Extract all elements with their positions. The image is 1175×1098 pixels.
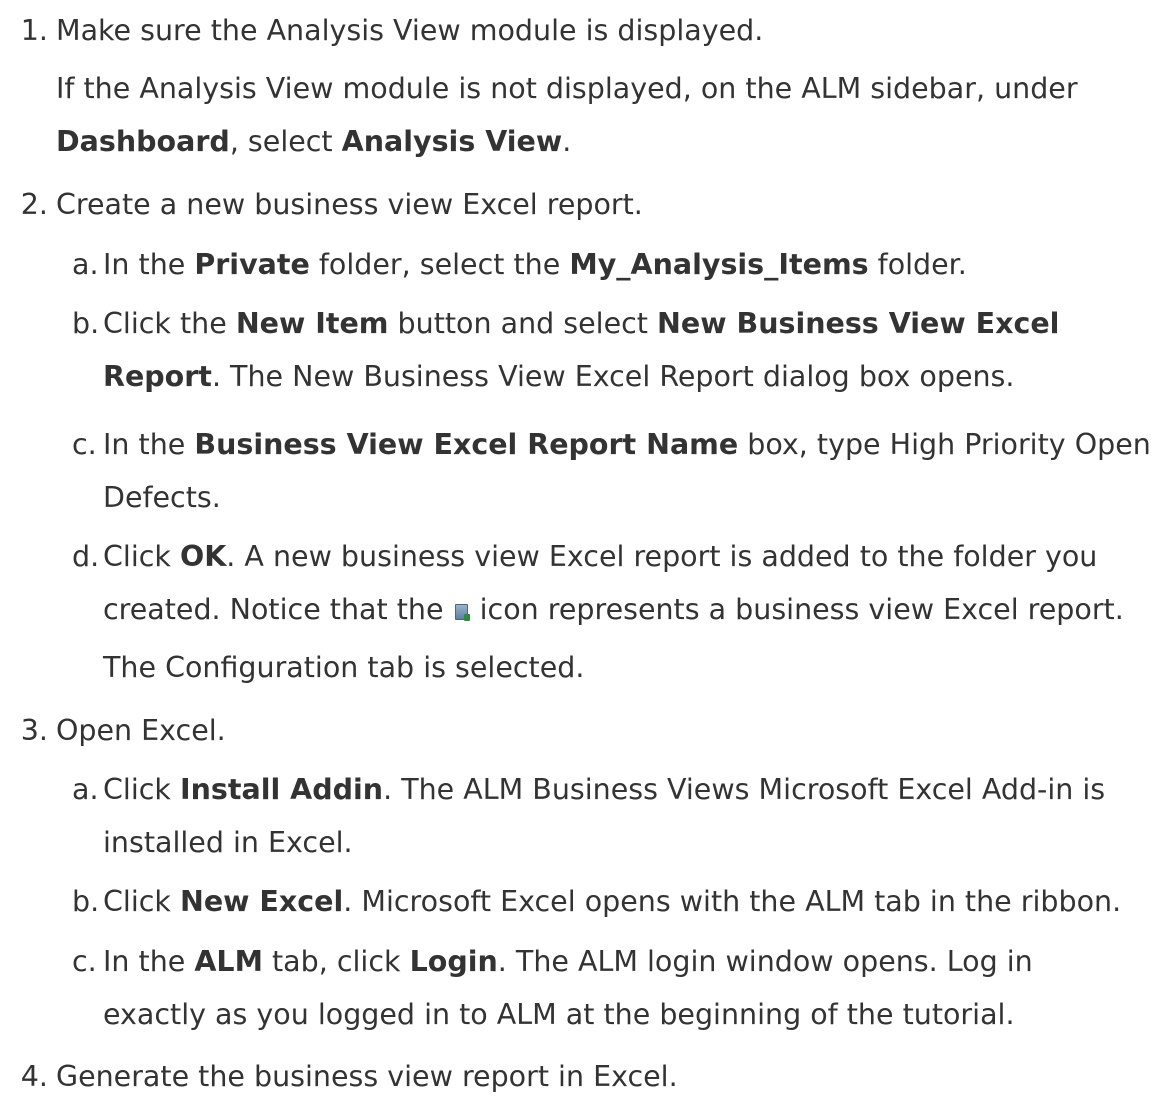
ui-term: Private [194, 248, 310, 281]
step-number: 1. [20, 14, 48, 47]
step-number: 4. [20, 1060, 48, 1093]
substep-letter: a. [72, 248, 99, 281]
substep-letter: d. [72, 540, 100, 573]
substep-letter: b. [72, 307, 100, 340]
step-number: 2. [20, 188, 48, 221]
ui-term: OK [179, 540, 227, 573]
substep-2d: d. Click OK. A new business view Excel r… [72, 540, 1098, 573]
substep-2c-line-2: Defects. [103, 481, 221, 514]
step-1-note-line-2: Dashboard, select Analysis View. [56, 125, 572, 158]
ui-term: Analysis View [341, 125, 563, 158]
substep-letter: b. [72, 885, 100, 918]
step-text: Generate the business view report in Exc… [56, 1060, 678, 1093]
step-1-note-line-1: If the Analysis View module is not displ… [56, 72, 1078, 105]
substep-3b: b. Click New Excel. Microsoft Excel open… [72, 885, 1122, 918]
ui-term: New Item [235, 307, 389, 340]
substep-2a: a. In the Private folder, select the My_… [72, 248, 967, 281]
ui-term: New Business View Excel [657, 307, 1060, 340]
step-text: Open Excel. [56, 714, 226, 747]
ui-term: Login [409, 945, 498, 978]
ui-term: Install Addin [179, 773, 384, 806]
substep-letter: a. [72, 773, 99, 806]
step-number: 3. [20, 714, 48, 747]
ui-term: New Excel [179, 885, 344, 918]
substep-3c-line-2: exactly as you logged in to ALM at the b… [103, 998, 1015, 1031]
ui-term: Dashboard [56, 125, 230, 158]
substep-3c: c. In the ALM tab, click Login. The ALM … [72, 945, 1033, 978]
substep-letter: c. [72, 945, 97, 978]
substep-2b: b. Click the New Item button and select … [72, 307, 1060, 340]
substep-2c: c. In the Business View Excel Report Nam… [72, 428, 1151, 461]
step-text: Make sure the Analysis View module is di… [56, 14, 764, 47]
ui-term: Business View Excel Report Name [194, 428, 739, 461]
ui-term: ALM [194, 945, 263, 978]
substep-3a: a. Click Install Addin. The ALM Business… [72, 773, 1106, 806]
ui-term: Report [103, 360, 212, 393]
instructions-document: 1. Make sure the Analysis View module is… [0, 0, 1175, 1098]
ui-term: My_Analysis_Items [569, 248, 869, 281]
business-view-excel-report-icon [454, 604, 470, 621]
substep-2b-line-2: Report. The New Business View Excel Repo… [103, 360, 1015, 393]
substep-2d-line-2: created. Notice that the icon represents… [103, 593, 1124, 626]
substep-2d-note: The Configuration tab is selected. [103, 651, 585, 684]
substep-3a-line-2: installed in Excel. [103, 826, 353, 859]
step-text: Create a new business view Excel report. [56, 188, 643, 221]
substep-letter: c. [72, 428, 97, 461]
